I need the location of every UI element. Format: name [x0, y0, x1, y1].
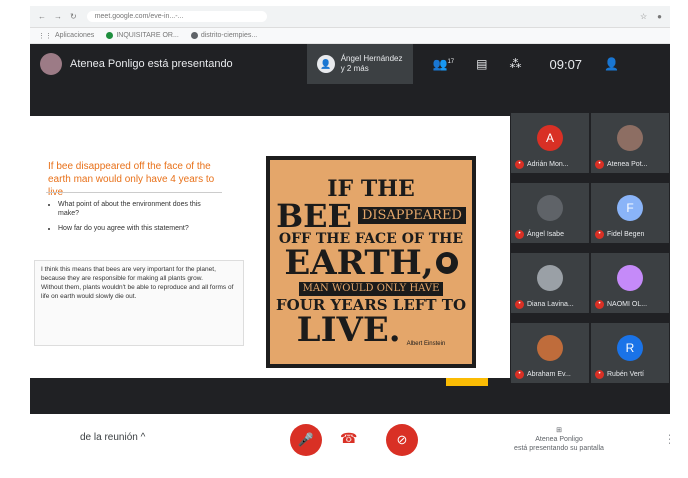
participant-label: Atenea Pot...	[607, 161, 648, 168]
participant-name: • Atenea Pot...	[595, 160, 647, 169]
avatar: A	[537, 125, 563, 151]
mic-off-icon: •	[515, 230, 524, 239]
participant-label: NAOMI OL...	[607, 301, 648, 308]
browser-window: ← → ↻ meet.google.com/eve-in...-... ☆ ● …	[30, 6, 670, 466]
poster-author: Albert Einstein	[406, 340, 446, 347]
participant-label: Abraham Ev...	[527, 371, 571, 378]
participant-label: Rubén Vertí	[607, 371, 644, 378]
hang-up-icon: ☎	[340, 430, 358, 446]
star-icon[interactable]: ☆	[640, 12, 647, 21]
screen-photo: ← → ↻ meet.google.com/eve-in...-... ☆ ● …	[0, 0, 688, 478]
divider	[46, 192, 222, 193]
participant-name: • Abraham Ev...	[515, 370, 571, 379]
participant-label: Ángel Isabe	[527, 231, 564, 238]
bullet-item: What point of about the environment does…	[58, 200, 218, 218]
quote-poster: IF THE BEE DISAPPEARED OFF THE FACE OF T…	[266, 156, 476, 368]
participant-tile[interactable]: R • Rubén Vertí	[590, 322, 670, 384]
meet-header: Atenea Ponligo está presentando 👤 Ángel …	[30, 44, 670, 84]
avatar	[537, 265, 563, 291]
browser-actions: ☆ ●	[640, 12, 662, 21]
address-bar[interactable]: meet.google.com/eve-in...-...	[86, 11, 267, 22]
browser-toolbar: ← → ↻ meet.google.com/eve-in...-... ☆ ●	[30, 6, 670, 28]
participant-tile[interactable]: • Diana Lavina...	[510, 252, 590, 314]
participant-label: Adrián Mon...	[527, 161, 569, 168]
participant-tile[interactable]: • Atenea Pot...	[590, 112, 670, 174]
back-icon[interactable]: ←	[38, 12, 46, 21]
participant-name: • NAOMI OL...	[595, 300, 647, 309]
avatar	[40, 53, 62, 75]
mic-off-icon: •	[595, 160, 604, 169]
mic-off-icon: 🎤	[297, 432, 315, 447]
meeting-details-button[interactable]: de la reunión ^	[80, 432, 145, 443]
participant-name: • Ángel Isabe	[515, 230, 564, 239]
clock: 09:07	[549, 56, 583, 72]
site-icon	[190, 32, 198, 39]
avatar	[537, 335, 563, 361]
more-icon[interactable]: ⋮	[664, 432, 670, 446]
mic-off-icon: •	[595, 370, 604, 379]
activities-icon[interactable]: ⁂	[510, 57, 522, 71]
participant-tile[interactable]: • Abraham Ev...	[510, 322, 590, 384]
meeting-stage: If bee disappeared off the face of the e…	[30, 84, 670, 414]
poster-line: EARTH,	[284, 246, 458, 280]
avatar	[537, 195, 563, 221]
camera-off-button[interactable]: ⊘	[386, 424, 418, 456]
bookmark-3[interactable]: distrito-ciempies...	[190, 32, 257, 39]
participant-name: • Rubén Vertí	[595, 370, 644, 379]
mic-off-icon: •	[595, 300, 604, 309]
slide-question: If bee disappeared off the face of the e…	[48, 161, 215, 198]
mic-off-button[interactable]: 🎤	[290, 424, 322, 456]
poster-line: LIVE. Albert Einstein	[296, 309, 446, 350]
speaker-label: Ángel Hernández y 2 más	[340, 54, 403, 73]
people-icon[interactable]: 👥17	[433, 57, 455, 71]
speaker-chip: 👤 Ángel Hernández y 2 más	[306, 44, 413, 84]
mic-off-icon: •	[515, 300, 524, 309]
presented-slide: If bee disappeared off the face of the e…	[30, 116, 510, 378]
mic-off-icon: •	[595, 230, 604, 239]
browser-nav: ← → ↻	[38, 12, 77, 21]
header-toolbar: 👥17 ▤ ⁂ 09:07 👤	[433, 57, 619, 72]
participant-grid: A • Adrián Mon... • Atenea Pot... • Ángel Isab…	[510, 84, 670, 414]
bookmark-apps[interactable]: ⋮⋮ Aplicaciones	[38, 32, 94, 40]
apps-grid-icon: ⋮⋮	[38, 32, 52, 40]
avatar: R	[617, 335, 643, 361]
present-icon: ⊞	[556, 427, 562, 434]
present-now-button[interactable]: ⊞ Atenea Ponligo está presentando su pan…	[504, 426, 614, 453]
call-controls: de la reunión ^ 🎤 ☎ ⊘ ⊞ Atenea Ponligo e…	[30, 414, 670, 466]
slide-bullets: What point of about the environment does…	[48, 200, 218, 239]
presenter-label: Atenea Ponligo está presentando	[70, 58, 233, 70]
mic-off-icon: •	[515, 370, 524, 379]
speaker-avatar: 👤	[316, 55, 335, 73]
globe-icon	[435, 251, 458, 274]
participant-tile[interactable]: F • Fidel Begen	[590, 182, 670, 244]
participant-count: 17	[447, 59, 455, 65]
poster-line: MAN WOULD ONLY HAVE	[298, 281, 444, 296]
participant-label: Fidel Begen	[607, 231, 645, 238]
reload-icon[interactable]: ↻	[70, 12, 77, 21]
hang-up-button[interactable]: ☎	[340, 430, 357, 447]
profile-icon[interactable]: ●	[657, 12, 662, 21]
bookmark-2[interactable]: INQUISITARE OR...	[106, 32, 179, 39]
bookmarks-bar: ⋮⋮ Aplicaciones INQUISITARE OR... distri…	[30, 28, 670, 44]
chat-icon[interactable]: ▤	[476, 57, 487, 71]
avatar: F	[617, 195, 643, 221]
camera-off-icon: ⊘	[396, 432, 408, 447]
site-icon	[106, 32, 114, 39]
participant-name: • Fidel Begen	[595, 230, 644, 239]
participant-tile[interactable]: • NAOMI OL...	[590, 252, 670, 314]
present-label: Atenea Ponligo está presentando su panta…	[514, 436, 604, 452]
participant-name: • Adrián Mon...	[515, 160, 569, 169]
mic-off-icon: •	[515, 160, 524, 169]
avatar	[617, 265, 643, 291]
user-icon: 👤	[604, 57, 619, 71]
participant-name: • Diana Lavina...	[515, 300, 574, 309]
avatar	[617, 125, 643, 151]
forward-icon[interactable]: →	[54, 12, 62, 21]
poster-line: BEE DISAPPEARED	[276, 200, 466, 232]
participant-tile[interactable]: A • Adrián Mon...	[510, 112, 590, 174]
bullet-item: How far do you agree with this statement…	[58, 224, 218, 233]
participant-tile[interactable]: • Ángel Isabe	[510, 182, 590, 244]
participant-label: Diana Lavina...	[527, 301, 574, 308]
answer-text: I think this means that bees are very im…	[34, 260, 244, 346]
